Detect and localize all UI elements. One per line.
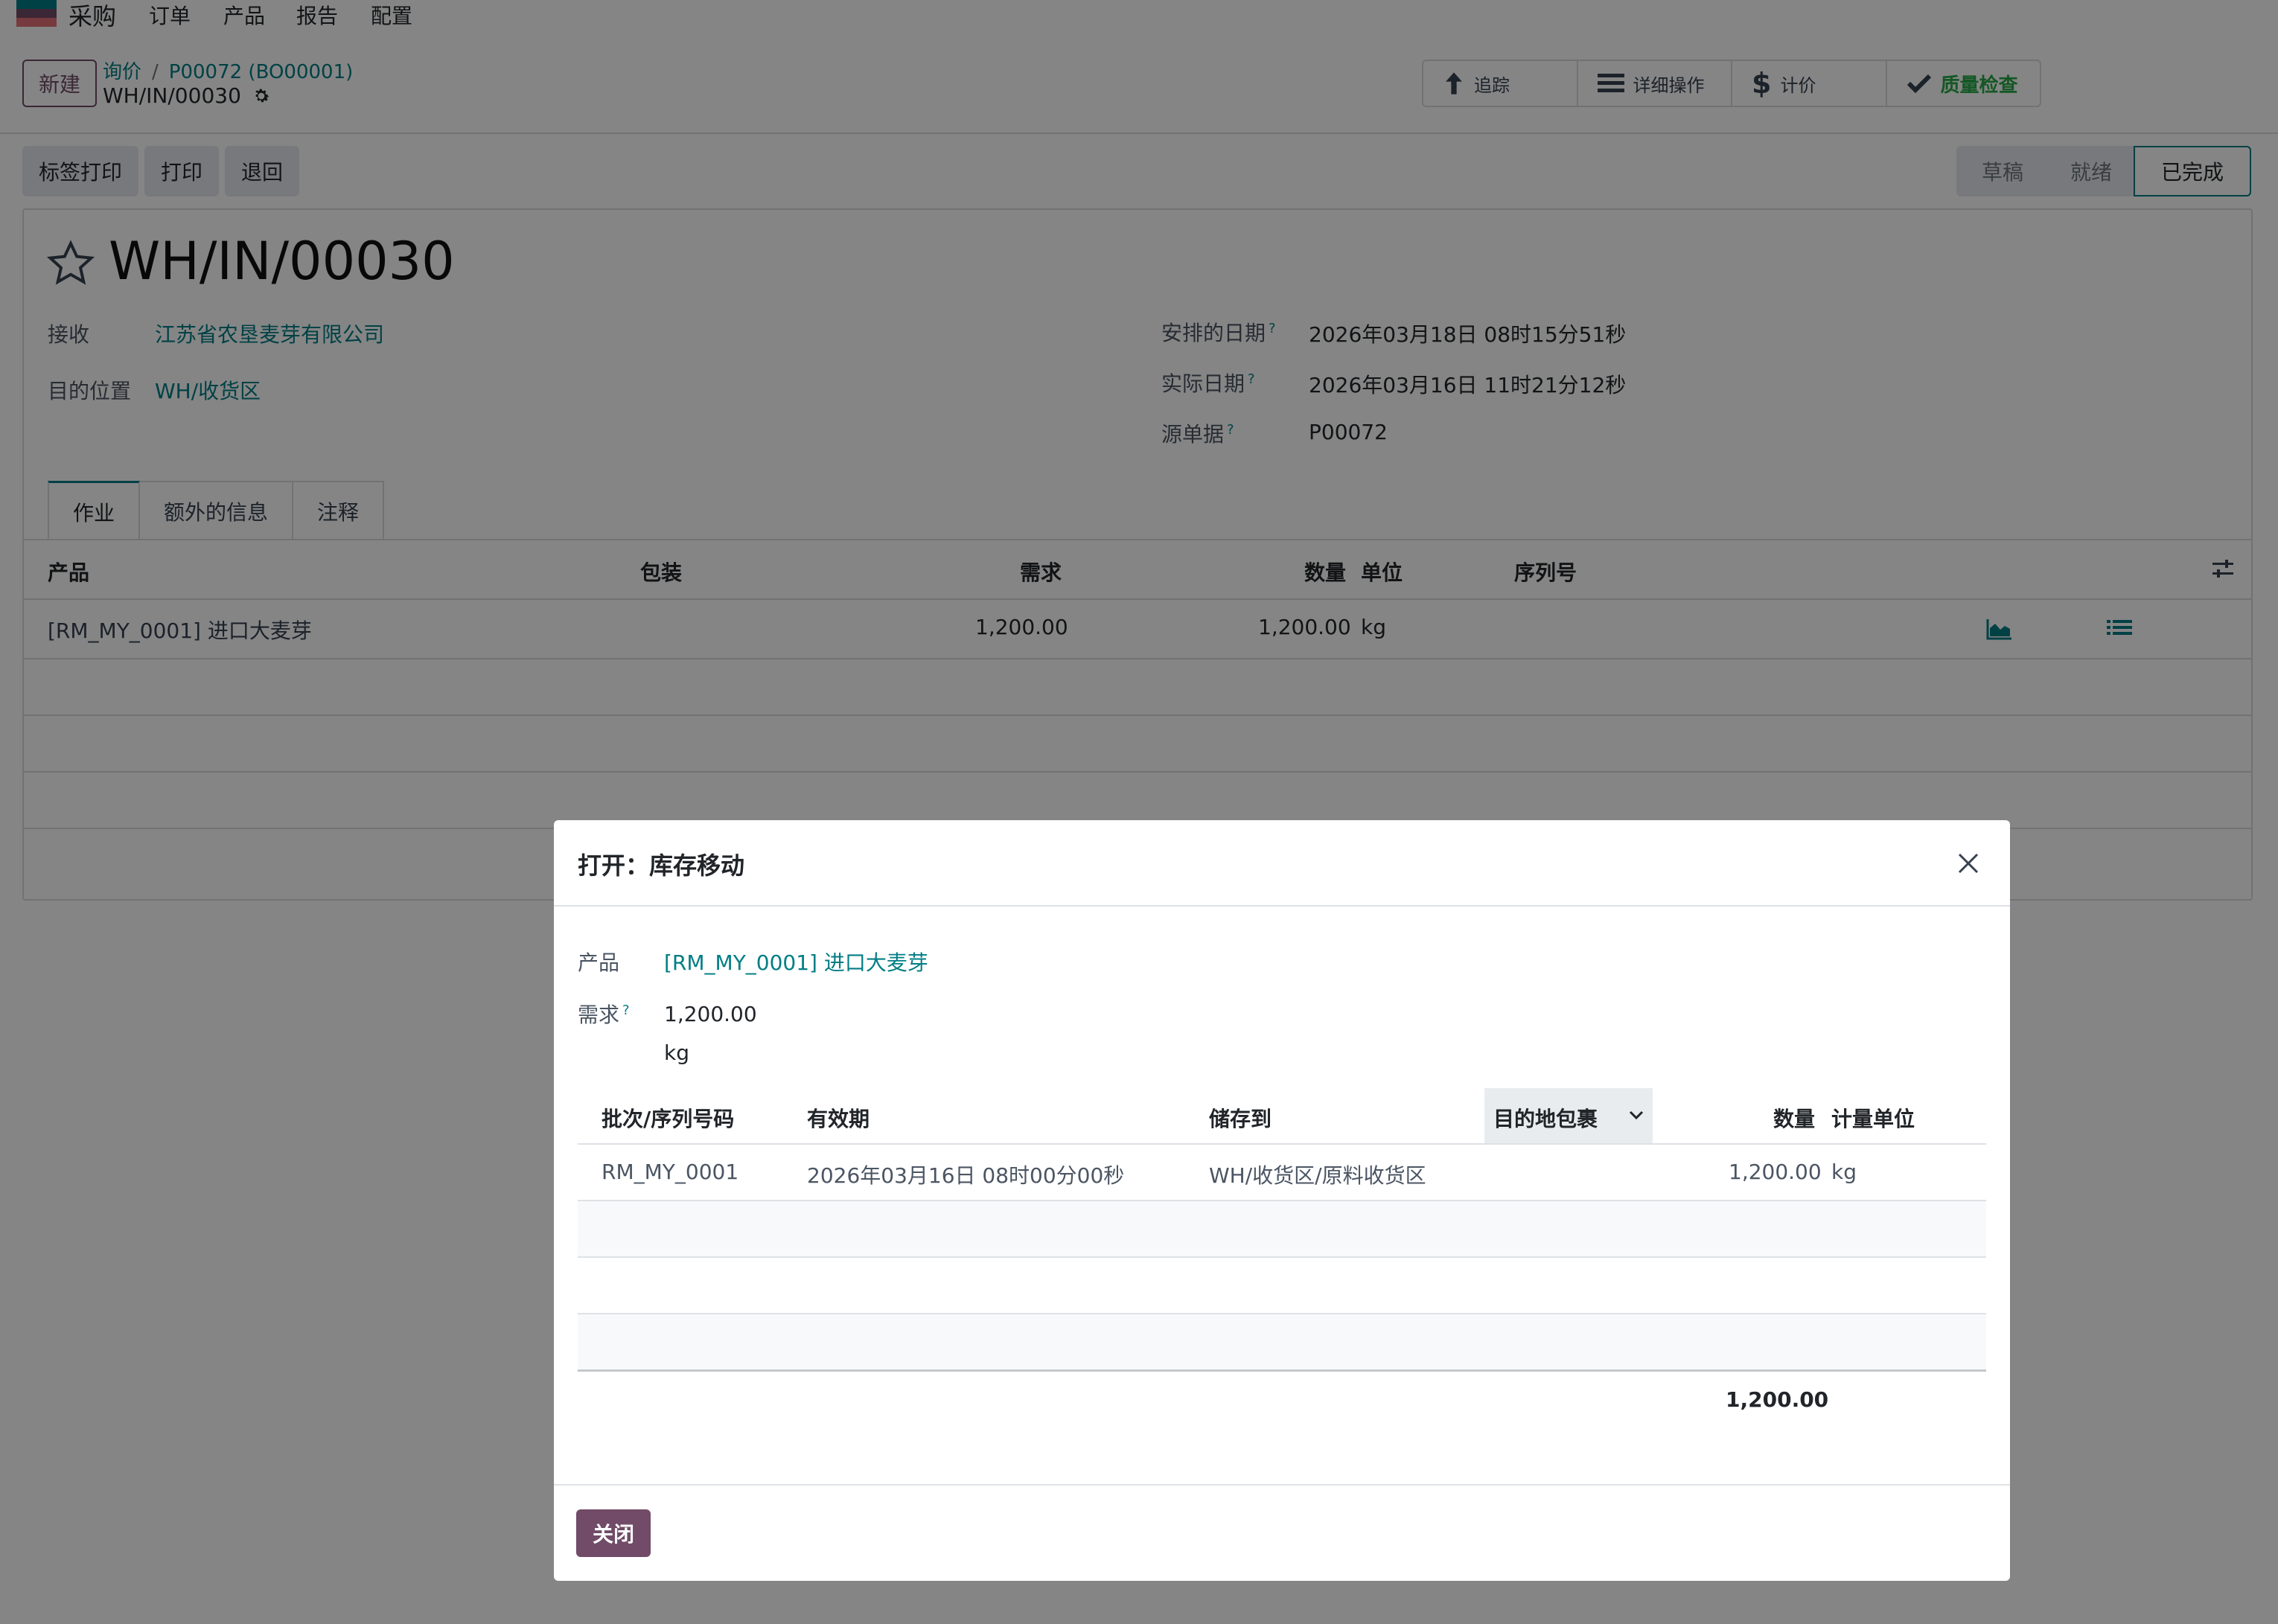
stock-move-dialog: 打开：库存移动 产品 [RM_MY_0001] 进口大麦芽 需求? 1,200.… bbox=[554, 820, 2010, 1581]
expiry-value[interactable]: 2026年03月16日 08时00分00秒 bbox=[807, 1160, 1124, 1189]
dialog-header bbox=[554, 820, 2010, 907]
col-expiry[interactable]: 有效期 bbox=[807, 1103, 870, 1133]
dialog-demand-value: 1,200.00 bbox=[664, 1002, 757, 1026]
dialog-title: 打开：库存移动 bbox=[578, 851, 745, 880]
row-divider bbox=[578, 1256, 1986, 1258]
dialog-footer bbox=[554, 1484, 2010, 1581]
chevron-down-icon[interactable] bbox=[1627, 1107, 1645, 1122]
col-location[interactable]: 储存到 bbox=[1209, 1103, 1272, 1133]
empty-row bbox=[578, 1201, 1986, 1256]
empty-row bbox=[578, 1314, 1986, 1369]
dialog-demand-uom: kg bbox=[664, 1040, 689, 1065]
qty-total: 1,200.00 bbox=[1726, 1387, 1829, 1412]
dialog-product-value[interactable]: [RM_MY_0001] 进口大麦芽 bbox=[664, 947, 928, 976]
col-lot[interactable]: 批次/序列号码 bbox=[602, 1103, 734, 1133]
lot-value[interactable]: RM_MY_0001 bbox=[602, 1160, 738, 1184]
qty-value[interactable]: 1,200.00 bbox=[1729, 1160, 1822, 1184]
help-icon[interactable]: ? bbox=[622, 1003, 630, 1018]
uom-value[interactable]: kg bbox=[1831, 1160, 1857, 1184]
dialog-demand-label: 需求? bbox=[578, 1002, 630, 1027]
col-qty[interactable]: 数量 bbox=[1773, 1103, 1815, 1133]
close-button[interactable]: 关闭 bbox=[576, 1509, 651, 1557]
table-footer-divider bbox=[578, 1369, 1986, 1372]
col-dest-package[interactable]: 目的地包裹 bbox=[1493, 1103, 1598, 1133]
col-uom[interactable]: 计量单位 bbox=[1831, 1103, 1915, 1133]
location-value[interactable]: WH/收货区/原料收货区 bbox=[1209, 1160, 1426, 1189]
dialog-table-divider bbox=[578, 1143, 1986, 1145]
close-icon[interactable] bbox=[1953, 848, 1983, 878]
dialog-product-label: 产品 bbox=[578, 950, 620, 975]
